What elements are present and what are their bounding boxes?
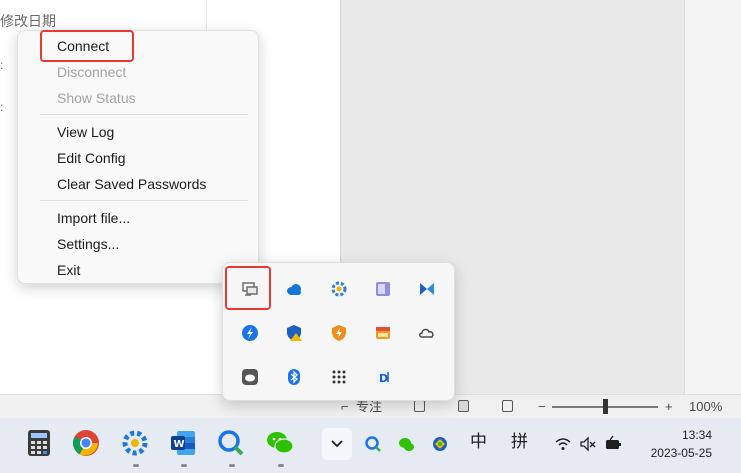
onedrive-icon[interactable] [285, 280, 303, 298]
bluetooth-icon[interactable] [285, 368, 303, 386]
zoom-out-button[interactable]: − [538, 398, 546, 416]
cloud-app-icon[interactable] [241, 368, 259, 386]
zoom-in-button[interactable]: + [665, 398, 673, 416]
background-mark: : [0, 100, 4, 114]
cloud-gray-icon[interactable] [418, 324, 436, 342]
dots-grid-icon[interactable] [330, 368, 348, 386]
settings-app-icon[interactable] [120, 428, 150, 458]
globe-app-icon[interactable] [431, 435, 449, 453]
right-panel [684, 0, 741, 394]
menu-separator [40, 114, 248, 115]
running-indicator [229, 464, 235, 467]
menu-item-view-log[interactable]: View Log [57, 123, 114, 141]
read-mode-icon[interactable] [414, 400, 425, 412]
ime-pinyin[interactable]: 拼 [511, 431, 528, 453]
menu-item-import-file[interactable]: Import file... [57, 209, 130, 227]
butterfly-icon[interactable] [418, 280, 436, 298]
shield-warning-icon[interactable] [285, 324, 303, 342]
running-indicator [181, 464, 187, 467]
taskbar: W 中 拼 13:34 2023-05-25 [0, 418, 741, 473]
menu-item-exit[interactable]: Exit [57, 261, 80, 279]
openvpn-context-menu: Connect Disconnect Show Status View Log … [17, 30, 259, 284]
wechat-icon[interactable] [265, 428, 295, 458]
menu-item-settings[interactable]: Settings... [57, 235, 119, 253]
shield-orange-icon[interactable] [330, 324, 348, 342]
zoom-level[interactable]: 100% [689, 398, 722, 416]
wifi-icon[interactable] [554, 435, 572, 453]
print-layout-icon[interactable] [458, 400, 469, 412]
gear-sync-icon[interactable] [330, 280, 348, 298]
openvpn-highlight-box [225, 266, 271, 310]
word-icon[interactable]: W [168, 428, 198, 458]
running-indicator [133, 464, 139, 467]
window-app-icon[interactable] [374, 280, 392, 298]
wechat-tray-icon[interactable] [397, 435, 415, 453]
d-app-icon[interactable]: D [374, 368, 392, 386]
svg-text:W: W [174, 439, 185, 450]
calculator-icon[interactable] [24, 428, 54, 458]
show-hidden-icons-button[interactable] [322, 428, 352, 460]
clock-time[interactable]: 13:34 [668, 428, 712, 442]
menu-item-clear-saved-passwords[interactable]: Clear Saved Passwords [57, 175, 206, 193]
chrome-icon[interactable] [71, 428, 101, 458]
running-indicator [278, 464, 284, 467]
svg-text:D: D [379, 372, 388, 385]
flash-icon[interactable] [241, 324, 259, 342]
zoom-slider-thumb[interactable] [603, 399, 608, 414]
web-layout-icon[interactable] [502, 400, 513, 412]
menu-item-edit-config[interactable]: Edit Config [57, 149, 125, 167]
search-app-icon[interactable] [216, 428, 246, 458]
menu-separator [40, 200, 248, 201]
background-mark: : [0, 58, 4, 72]
folder-app-icon[interactable] [374, 324, 392, 342]
menu-item-disconnect: Disconnect [57, 64, 127, 80]
chevron-down-icon [331, 440, 343, 448]
clock-date[interactable]: 2023-05-25 [640, 446, 712, 460]
ime-chinese-mode[interactable]: 中 [470, 431, 487, 453]
volume-muted-icon[interactable] [579, 435, 597, 453]
search-app-tray-icon[interactable] [364, 435, 382, 453]
battery-icon[interactable] [604, 435, 622, 453]
connect-highlight-box [40, 30, 134, 62]
date-modified-header: 修改日期 [0, 13, 56, 29]
menu-item-show-status: Show Status [57, 90, 136, 106]
